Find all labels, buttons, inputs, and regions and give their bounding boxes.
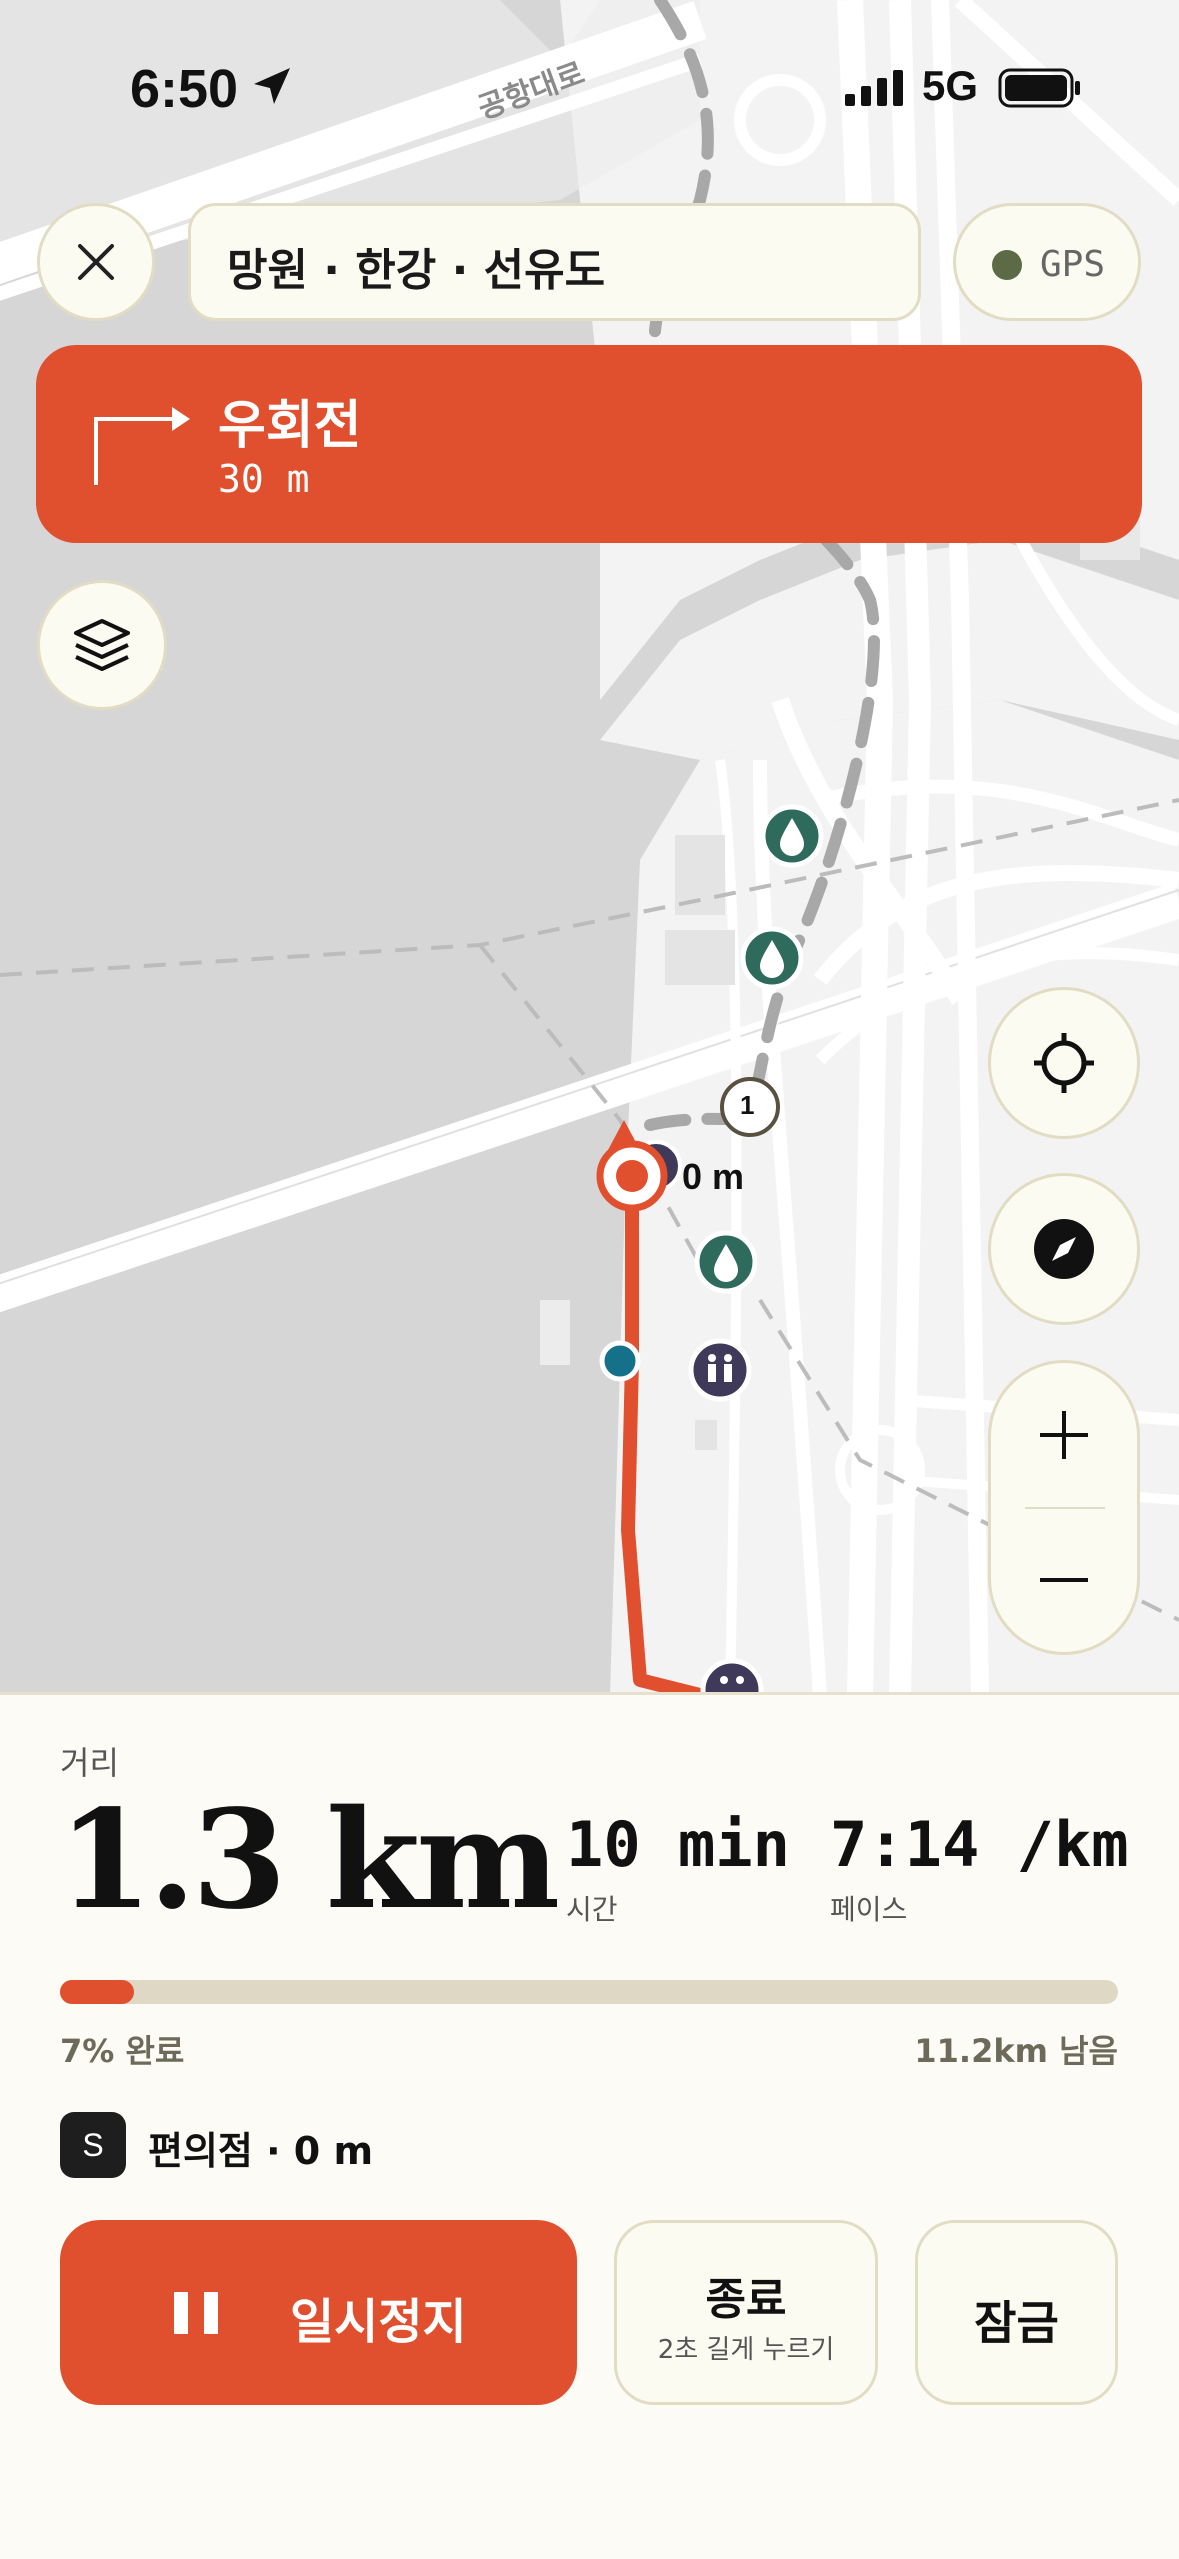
time-label: 시간: [566, 1893, 618, 1926]
lock-button[interactable]: 잠금: [915, 2220, 1118, 2405]
route-progress-bar: [60, 1980, 1118, 2004]
water-icon[interactable]: [760, 804, 824, 868]
network-label: 5G: [922, 62, 979, 109]
lock-label: 잠금: [974, 2296, 1059, 2350]
progress-remaining: 11.2km 남음: [914, 2032, 1118, 2070]
restroom-icon[interactable]: [688, 1338, 752, 1402]
zoom-out-button[interactable]: [991, 1508, 1137, 1652]
route-progress-fill: [60, 1980, 135, 2004]
convenience-store-icon: S: [60, 2112, 126, 2178]
pace-label: 페이스: [830, 1893, 908, 1926]
crosshair-icon: [1034, 1033, 1094, 1093]
compass-button[interactable]: [988, 1173, 1140, 1325]
minus-icon: [1040, 1578, 1088, 1582]
status-bar: 6:50 5G: [0, 52, 1179, 122]
pause-label: 일시정지: [290, 2294, 467, 2350]
compass-icon: [1034, 1219, 1094, 1279]
end-hint: 2초 길게 누르기: [657, 2335, 835, 2365]
close-button[interactable]: [37, 203, 155, 321]
close-icon: [78, 244, 114, 280]
nearby-poi[interactable]: 편의점 · 0 m: [148, 2120, 373, 2175]
distance-tag: 0 m: [682, 1156, 745, 1197]
end-label: 종료: [705, 2274, 787, 2325]
distance-value: 1.3 km: [58, 1780, 560, 1940]
route-name-field[interactable]: 망원 · 한강 · 선유도: [188, 203, 921, 321]
time-value: 10 min: [566, 1808, 790, 1881]
water-icon[interactable]: [694, 1230, 758, 1294]
location-arrow-icon: [254, 68, 290, 104]
layers-button[interactable]: [37, 580, 167, 710]
gps-status-dot: [992, 250, 1022, 280]
zoom-control: [988, 1360, 1140, 1655]
pause-icon: [174, 2292, 218, 2334]
turn-distance: 30 m: [218, 457, 310, 501]
turn-instruction: 우회전: [218, 396, 362, 456]
turn-right-icon: [94, 407, 190, 485]
progress-completed: 7% 완료: [60, 2032, 185, 2070]
restroom-icon[interactable]: [700, 1658, 764, 1695]
distance-label: 거리: [60, 1744, 119, 1782]
gps-status-button[interactable]: GPS: [953, 203, 1141, 321]
pace-value: 7:14 /km: [830, 1808, 1129, 1881]
water-icon[interactable]: [740, 926, 804, 990]
layers-icon: [74, 619, 130, 671]
end-button[interactable]: 종료 2초 길게 누르기: [614, 2220, 878, 2405]
turn-instruction-banner[interactable]: 우회전 30 m: [36, 345, 1142, 543]
recenter-button[interactable]: [988, 987, 1140, 1139]
plus-icon: [1040, 1411, 1088, 1459]
battery-icon: [998, 68, 1080, 108]
pause-button[interactable]: 일시정지: [60, 2220, 577, 2405]
waypoint-number: 1: [740, 1090, 755, 1120]
gps-label: GPS: [1040, 244, 1106, 285]
poi-dot[interactable]: [599, 1340, 641, 1382]
route-name: 망원 · 한강 · 선유도: [227, 245, 606, 296]
status-time: 6:50: [130, 59, 239, 119]
zoom-in-button[interactable]: [991, 1363, 1137, 1507]
signal-icon: [845, 70, 903, 106]
